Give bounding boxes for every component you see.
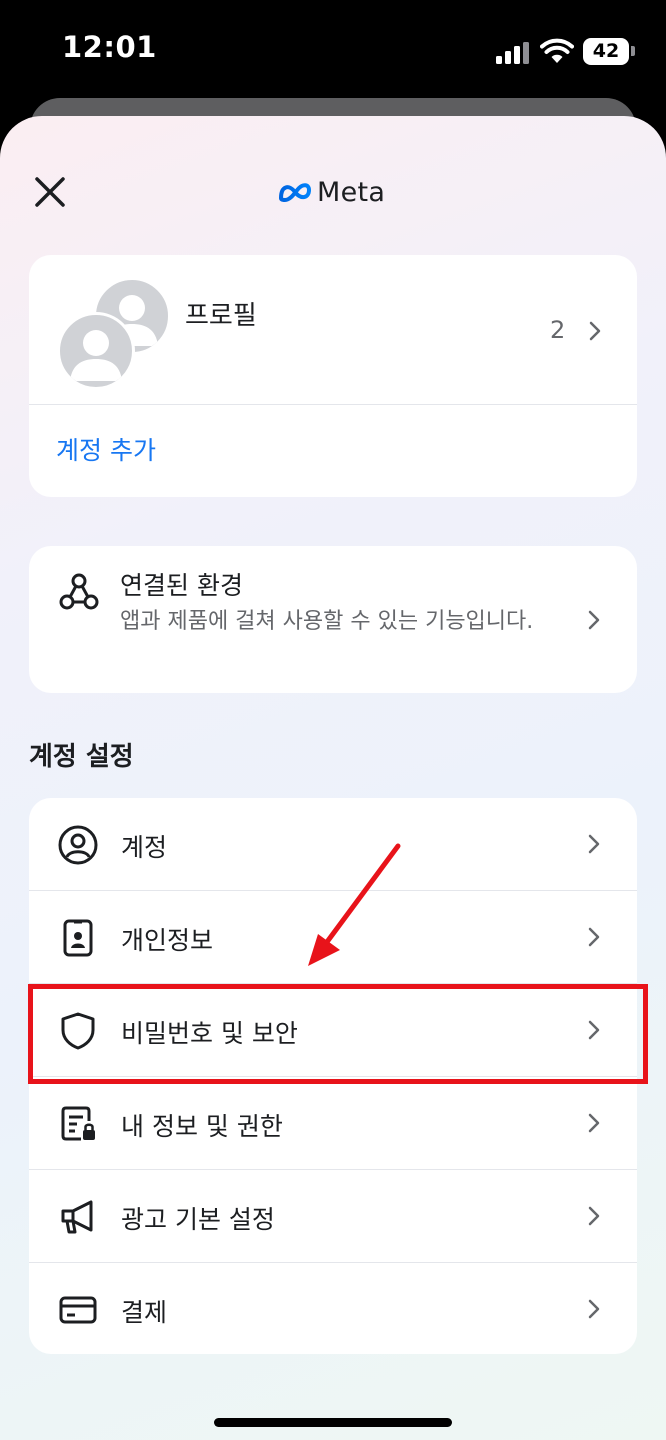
menu-item-label: 결제	[121, 1298, 168, 1327]
profile-row[interactable]: 프로필 2	[29, 255, 637, 405]
menu-item-ad-preferences[interactable]: 광고 기본 설정	[29, 1170, 637, 1262]
chevron-right-icon	[588, 1206, 600, 1226]
avatar	[57, 312, 135, 390]
chevron-right-icon	[588, 610, 600, 630]
menu-item-label: 계정	[121, 833, 168, 862]
profile-label: 프로필	[185, 301, 257, 331]
connected-experiences-card[interactable]: 연결된 환경 앱과 제품에 걸쳐 사용할 수 있는 기능입니다.	[29, 546, 637, 693]
profile-count: 2	[550, 316, 566, 344]
home-indicator[interactable]	[214, 1418, 452, 1427]
chevron-right-icon	[588, 927, 600, 947]
meta-logo: Meta	[277, 174, 385, 210]
chevron-right-icon	[588, 1113, 600, 1133]
menu-item-password-security[interactable]: 비밀번호 및 보안	[29, 984, 637, 1076]
connected-description: 앱과 제품에 걸쳐 사용할 수 있는 기능입니다.	[120, 609, 534, 634]
chevron-right-icon	[588, 834, 600, 854]
chevron-right-icon	[588, 1020, 600, 1040]
section-title-account-settings: 계정 설정	[29, 742, 134, 772]
menu-item-label: 내 정보 및 권한	[121, 1112, 283, 1141]
close-icon[interactable]	[32, 174, 68, 210]
divider	[29, 404, 637, 405]
meta-logo-text: Meta	[317, 176, 386, 208]
connected-title: 연결된 환경	[120, 571, 243, 600]
person-circle-icon	[58, 825, 98, 865]
red-arrow-annotation-icon	[308, 843, 401, 966]
status-bar: 12:01 42	[0, 0, 666, 100]
battery-tip	[631, 46, 635, 56]
shield-icon	[61, 1012, 95, 1050]
menu-item-payments[interactable]: 결제	[29, 1263, 637, 1355]
credit-card-icon	[59, 1296, 97, 1324]
signal-icon	[496, 42, 529, 64]
wifi-icon	[540, 38, 574, 63]
menu-item-label: 개인정보	[121, 926, 214, 955]
menu-item-label: 광고 기본 설정	[121, 1205, 275, 1234]
avatar-placeholder-icon	[70, 330, 122, 381]
chevron-right-icon	[588, 1299, 600, 1319]
battery-icon: 42	[583, 38, 629, 65]
chevron-right-icon	[589, 321, 601, 341]
add-account-link[interactable]: 계정 추가	[56, 431, 156, 467]
document-lock-icon	[61, 1106, 95, 1141]
id-card-icon	[63, 919, 93, 957]
status-time: 12:01	[62, 30, 157, 64]
connected-nodes-icon	[59, 573, 99, 610]
profile-card: 프로필 2 계정 추가	[29, 255, 637, 497]
menu-item-label: 비밀번호 및 보안	[121, 1019, 298, 1048]
megaphone-icon	[61, 1200, 93, 1234]
meta-accounts-center-sheet: Meta 프로필 2 계정 추가 연결된 환경 앱과 제품에 걸쳐 사용할 수 …	[0, 116, 666, 1440]
menu-item-info-permissions[interactable]: 내 정보 및 권한	[29, 1077, 637, 1169]
meta-infinity-icon	[279, 183, 311, 202]
